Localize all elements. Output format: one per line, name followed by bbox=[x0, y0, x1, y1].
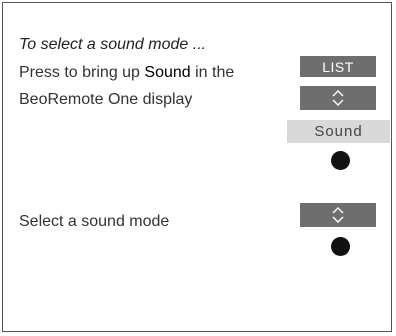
step-1-instruction: Press to bring up Sound in the BeoRemote… bbox=[19, 59, 234, 113]
step-1-sound-keyword: Sound bbox=[144, 64, 191, 81]
center-button-icon-2 bbox=[331, 237, 350, 256]
up-down-chevron-icon bbox=[332, 207, 344, 223]
center-button-icon bbox=[331, 151, 350, 170]
instruction-heading: To select a sound mode ... bbox=[19, 36, 207, 53]
step-1-line-2: BeoRemote One display bbox=[19, 91, 193, 108]
up-down-chevron-icon bbox=[332, 90, 344, 106]
step-1-line-1: Press to bring up Sound in the bbox=[19, 59, 234, 86]
remote-display-sound: Sound bbox=[287, 120, 390, 143]
step-1-text-after: in the bbox=[190, 64, 235, 81]
up-down-navigation-button-2 bbox=[300, 203, 376, 227]
up-down-navigation-button bbox=[300, 86, 376, 110]
step-2-instruction: Select a sound mode bbox=[19, 213, 170, 230]
list-button: LIST bbox=[300, 56, 376, 77]
step-1-text-before: Press to bring up bbox=[19, 64, 145, 81]
